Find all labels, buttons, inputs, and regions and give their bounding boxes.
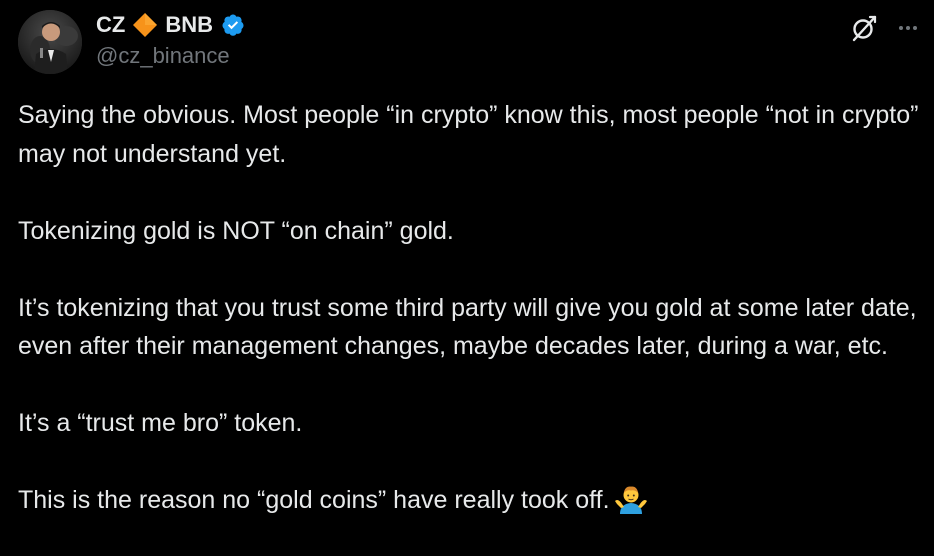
verified-badge-icon[interactable]	[221, 13, 245, 37]
author-handle[interactable]: @cz_binance	[96, 43, 230, 69]
tweet-paragraph-text: This is the reason no “gold coins” have …	[18, 486, 610, 514]
tweet-paragraph: It’s a “trust me bro” token.	[18, 409, 303, 437]
author-name-first[interactable]: CZ	[96, 12, 125, 38]
tweet-paragraph: Saying the obvious. Most people “in cryp…	[18, 101, 919, 168]
man-shrugging-emoji	[614, 484, 648, 514]
tweet-body: Saying the obvious. Most people “in cryp…	[18, 96, 928, 520]
avatar[interactable]	[18, 10, 82, 74]
orange-diamond-icon	[131, 11, 159, 39]
tweet-top-actions	[848, 12, 922, 44]
tweet-paragraph: It’s tokenizing that you trust some thir…	[18, 293, 917, 361]
author-name-second[interactable]: BNB	[165, 12, 213, 38]
grok-icon[interactable]	[848, 12, 880, 44]
author-name-row: CZ BNB	[96, 10, 245, 40]
profile-photo	[18, 10, 82, 74]
tweet-paragraph: Tokenizing gold is NOT “on chain” gold.	[18, 216, 454, 245]
tweet-paragraph-last: This is the reason no “gold coins” have …	[18, 481, 928, 520]
more-icon[interactable]	[894, 14, 922, 42]
tweet-card: CZ BNB @cz_binance Saying the obvious. M…	[0, 0, 934, 556]
